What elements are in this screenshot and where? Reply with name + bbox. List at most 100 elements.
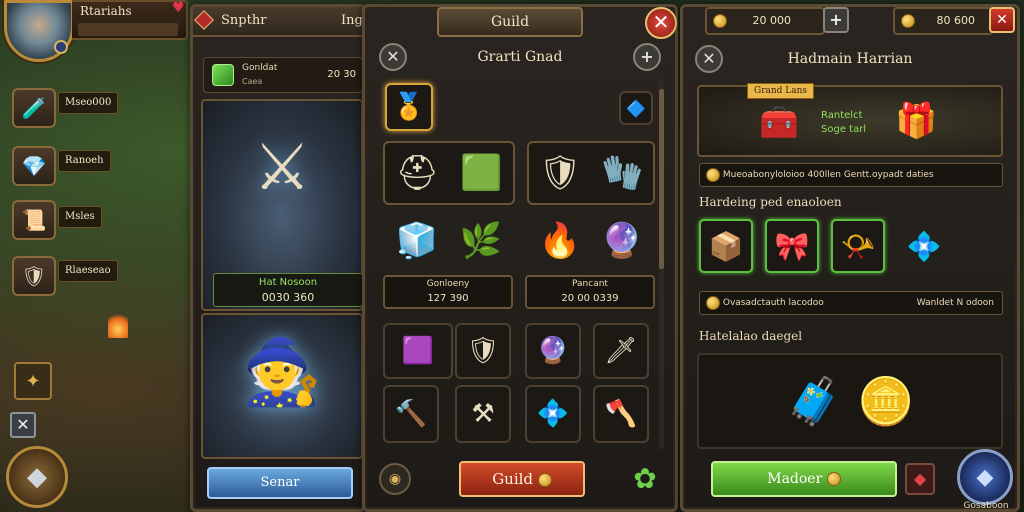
featured-offer[interactable]: Grand Lans 🧰 Rantelct Soge tarl 🎁: [697, 83, 1003, 157]
merchant-panel: 20 000 + 80 600 ✕ ✕ Hadmain Harrian Gran…: [680, 4, 1020, 512]
leaf-icon[interactable]: ✿: [627, 461, 663, 497]
guild-close-button[interactable]: ✕: [645, 7, 677, 39]
sidebar-item-label: Msles: [58, 206, 102, 228]
ruby-button[interactable]: ◆: [905, 463, 935, 495]
rune-button[interactable]: ✦: [14, 362, 52, 400]
player-sub-bar: [78, 23, 178, 36]
merchant-info-text: Mueoabonyloloioo 400llen Gentt.oypadt da…: [722, 170, 934, 180]
guild-button-label: Guild: [492, 470, 534, 488]
shop-item-slot[interactable]: 💠: [897, 219, 951, 273]
hero-panel-header: Snpthr Ing: [193, 7, 363, 37]
hero-card-mage[interactable]: 🧙: [201, 313, 363, 459]
featured-tag: Grand Lans: [747, 83, 815, 99]
gauntlet-icon: 🧤: [601, 153, 644, 193]
mage-figure-icon: 🧙: [242, 336, 322, 410]
green-gem-icon: [212, 64, 234, 86]
purple-orb-icon: 🔮: [536, 336, 570, 366]
shield-icon: 🛡: [21, 264, 47, 288]
scroll-icon: 📜: [21, 208, 47, 232]
reward-right: Pancant 20 00 0339: [525, 275, 655, 309]
emblem-icon: 🏅: [392, 92, 426, 122]
add-gold-button[interactable]: +: [823, 7, 849, 33]
inventory-slot[interactable]: ⚒: [455, 385, 511, 443]
coin-icon: ◉: [388, 471, 402, 487]
sidebar-item-potion[interactable]: 🧪: [12, 88, 56, 128]
reward-left-value: 127 390: [427, 293, 469, 304]
inventory-slot[interactable]: 🔮: [525, 323, 581, 379]
chest-icon: 📦: [708, 229, 744, 263]
dagger-icon: 🗡: [604, 336, 638, 366]
fire-arrow-icon: 🔥: [538, 221, 582, 261]
guild-badge-slot[interactable]: 🔷: [619, 91, 653, 125]
close-icon: ✕: [996, 12, 1008, 28]
reward-right-value: 20 00 0339: [561, 293, 619, 304]
inventory-slot[interactable]: 💠: [525, 385, 581, 443]
inventory-slot[interactable]: 🪓: [593, 385, 649, 443]
item-pair-card[interactable]: 🛡 🧤: [527, 141, 655, 205]
inventory-slot[interactable]: 🛡: [455, 323, 511, 379]
inventory-slot[interactable]: 🟪: [383, 323, 453, 379]
hammer-icon: 🔨: [394, 399, 428, 429]
rune-icon: ✦: [25, 370, 41, 392]
gem-icon: 💎: [21, 154, 47, 178]
hero-card-warrior[interactable]: ⚔ Hat Nosoon 0030 360: [201, 99, 363, 311]
inventory-slot[interactable]: 🔨: [383, 385, 439, 443]
item-pair-card[interactable]: 🔥 🔮: [527, 209, 655, 273]
merchant-info-bar-2: Ovasadctauth lacodoo Wanldet N odoon: [699, 291, 1003, 315]
shop-item-slot[interactable]: 📯: [831, 219, 885, 273]
hero-panel-title-suffix: Ing: [341, 13, 363, 28]
inventory-slot[interactable]: 🗡: [593, 323, 649, 379]
section-label: Hardeing ped enaoloen: [699, 195, 842, 209]
coin-icon: [901, 14, 915, 28]
player-name: Rtariahs: [80, 4, 132, 18]
sidebar-item-scroll[interactable]: 📜: [12, 200, 56, 240]
currency-sub: Caea: [242, 77, 263, 86]
crossed-tools-icon: ⚒: [471, 399, 495, 429]
gold-counter: 20 000: [705, 7, 825, 35]
item-pair-card[interactable]: 🧊 🌿: [383, 209, 515, 273]
hero-card-name: Hat Nosoon: [258, 277, 318, 288]
gold-counter-value: 20 000: [752, 14, 792, 27]
blue-crystal-icon: ◆: [976, 464, 994, 490]
guild-emblem-slot[interactable]: 🏅: [385, 83, 433, 131]
purple-gem-icon: 🔷: [626, 98, 646, 118]
bundle-display[interactable]: 🧳 🪙: [697, 353, 1003, 449]
merchant-buy-button[interactable]: Madoer: [711, 461, 897, 497]
scroll-thumb[interactable]: [659, 89, 664, 269]
ice-crystal-icon: 🧊: [395, 221, 439, 261]
gem-counter-value: 80 600: [936, 14, 976, 27]
sidebar-item-shield[interactable]: 🛡: [12, 256, 56, 296]
purple-scroll-icon: 🟪: [401, 336, 435, 366]
warrior-figure-icon: ⚔: [253, 131, 311, 205]
hero-panel: Snpthr Ing Gonldat Caea 20 30 ⚔ Hat Noso…: [190, 4, 366, 512]
crystal-orb-button[interactable]: ◆: [6, 446, 68, 508]
reward-left: Gonloeny 127 390: [383, 275, 513, 309]
coin-icon: [537, 473, 552, 487]
merchant-button-label: Madoer: [767, 471, 823, 487]
hero-card-value: 0030 360: [261, 291, 315, 304]
shop-item-slot[interactable]: 🎀: [765, 219, 819, 273]
armor-icon: 🛡: [538, 153, 582, 193]
heart-icon: ♥: [172, 0, 185, 16]
featured-line1: Rantelct: [821, 110, 863, 121]
reward-right-label: Pancant: [572, 279, 608, 289]
item-pair-card[interactable]: ⛑ 🟩: [383, 141, 515, 205]
sidebar-item-label: Mseo000: [58, 92, 119, 114]
merchant-close-button[interactable]: ✕: [989, 7, 1015, 33]
small-close-button[interactable]: ✕: [10, 412, 36, 438]
merchant-info2-left: Ovasadctauth lacodoo: [722, 298, 824, 308]
currency-label: Gonldat: [242, 63, 278, 73]
red-gem-icon: [194, 10, 214, 30]
merchant-info-bar: Mueoabonyloloioo 400llen Gentt.oypadt da…: [699, 163, 1003, 187]
hero-action-button[interactable]: Senar: [207, 467, 353, 499]
sidebar-item-gem[interactable]: 💎: [12, 146, 56, 186]
guild-primary-button[interactable]: Guild: [459, 461, 585, 497]
player-info-bar: Rtariahs: [72, 0, 188, 40]
horn-icon: 📯: [840, 229, 876, 263]
shop-item-slot[interactable]: 📦: [699, 219, 753, 273]
guild-subtitle: Grarti Gnad: [477, 49, 563, 65]
sidebar-item-label: Rlaeseao: [58, 260, 118, 282]
corner-crystal-button[interactable]: ◆: [957, 449, 1013, 505]
guild-scrollbar[interactable]: [659, 79, 664, 449]
guild-info-button[interactable]: ◉: [379, 463, 411, 495]
